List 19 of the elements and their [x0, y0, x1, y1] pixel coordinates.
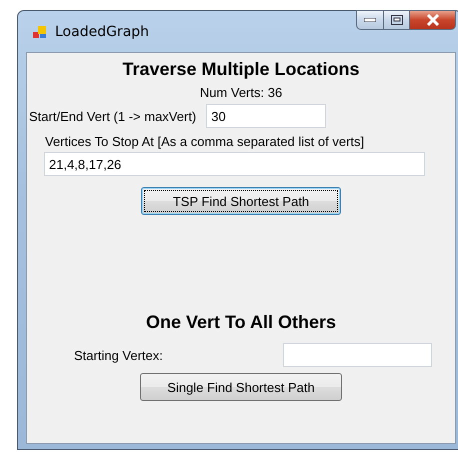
stops-field[interactable]: 21,4,8,17,26 — [44, 152, 425, 176]
start-end-field[interactable]: 30 — [206, 104, 326, 128]
maximize-button[interactable] — [383, 10, 410, 30]
field-label: Vertices To Stop At [As a comma separated list of verts] — [45, 134, 364, 149]
field-label: Starting Vertex: — [74, 348, 163, 362]
vertex-count: Num Verts: 36 — [200, 85, 282, 100]
single-button[interactable]: Single Find Shortest Path — [140, 373, 342, 401]
close-icon — [426, 14, 440, 26]
section-heading: One Vert To All Others — [146, 312, 336, 333]
section-heading: Traverse Multiple Locations — [122, 59, 360, 80]
app-icon — [32, 24, 48, 40]
minimize-icon — [364, 18, 376, 22]
tsp-button[interactable]: TSP Find Shortest Path — [141, 187, 341, 215]
window-title: LoadedGraph — [55, 24, 150, 40]
restore-icon — [390, 15, 402, 25]
minimize-button[interactable] — [356, 10, 384, 30]
field-label: Start/End Vert (1 -> maxVert) — [29, 108, 196, 124]
starting-vertex-field[interactable] — [283, 343, 432, 367]
close-button[interactable] — [409, 10, 456, 30]
